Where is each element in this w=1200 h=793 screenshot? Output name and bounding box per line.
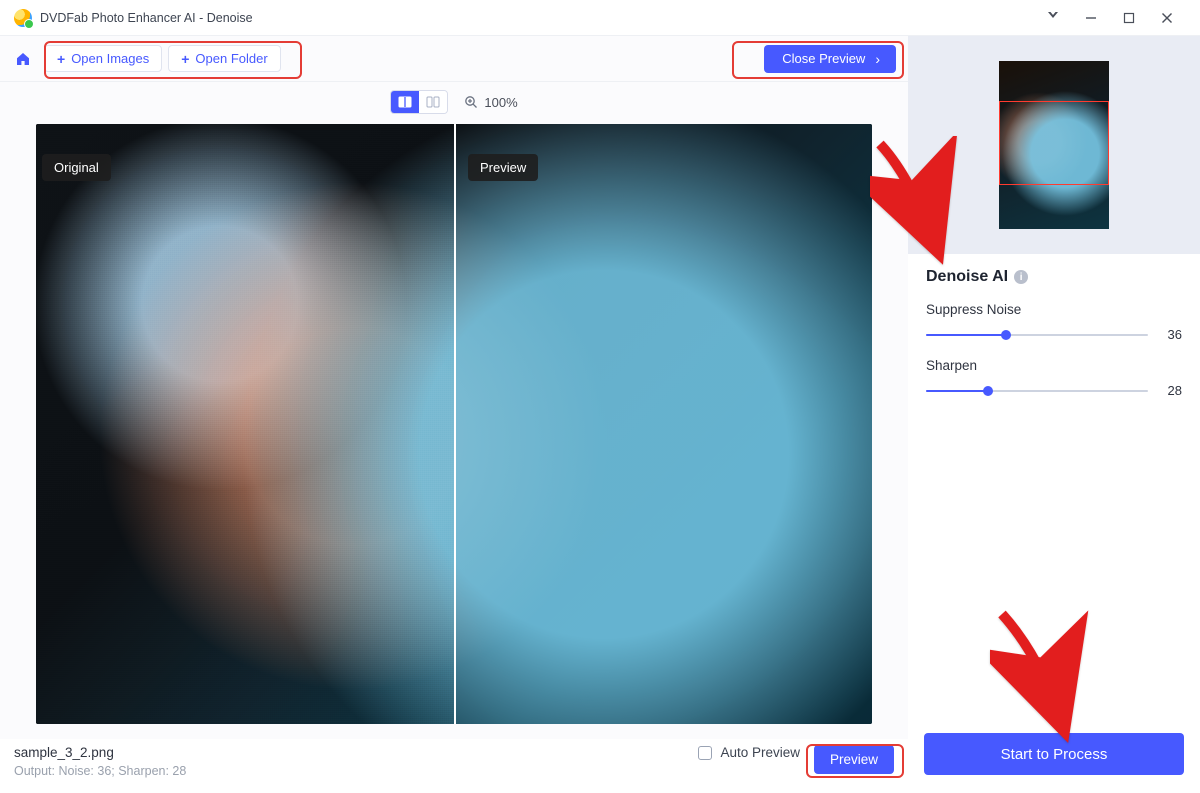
- info-icon[interactable]: i: [1014, 270, 1028, 284]
- auto-preview-label: Auto Preview: [720, 745, 800, 760]
- suppress-noise-control: Suppress Noise 36: [926, 302, 1182, 342]
- sharpen-slider[interactable]: [926, 384, 1148, 398]
- zoom-control[interactable]: 100%: [464, 95, 517, 110]
- maximize-button[interactable]: [1110, 0, 1148, 36]
- suppress-noise-label: Suppress Noise: [926, 302, 1182, 317]
- split-divider[interactable]: [454, 124, 456, 724]
- original-tag: Original: [42, 154, 111, 181]
- preview-area: Original Preview: [0, 122, 908, 739]
- close-window-button[interactable]: [1148, 0, 1186, 36]
- viewport-rect[interactable]: [999, 101, 1109, 185]
- thumbnail-navigator[interactable]: [908, 36, 1200, 254]
- footer-bar: sample_3_2.png Output: Noise: 36; Sharpe…: [0, 739, 908, 793]
- minimize-button[interactable]: [1072, 0, 1110, 36]
- open-folder-label: Open Folder: [195, 51, 267, 66]
- open-images-button[interactable]: + Open Images: [44, 45, 162, 72]
- open-images-label: Open Images: [71, 51, 149, 66]
- suppress-noise-value: 36: [1160, 327, 1182, 342]
- close-preview-label: Close Preview: [782, 51, 865, 66]
- preview-button[interactable]: Preview: [814, 745, 894, 774]
- zoom-value: 100%: [484, 95, 517, 110]
- view-options-bar: 100%: [0, 82, 908, 122]
- suppress-noise-slider[interactable]: [926, 328, 1148, 342]
- thumbnail-image: [999, 61, 1109, 229]
- panel-title: Denoise AI: [926, 268, 1008, 286]
- denoise-panel: Denoise AI i Suppress Noise 36 Sharpen: [908, 254, 1200, 398]
- split-view-button[interactable]: [391, 91, 419, 113]
- toolbar: + Open Images + Open Folder Close Previe…: [0, 36, 908, 82]
- filename-label: sample_3_2.png: [14, 745, 186, 760]
- compare-mode-segment: [390, 90, 448, 114]
- checkbox-icon: [698, 746, 712, 760]
- close-preview-button[interactable]: Close Preview ›: [764, 45, 896, 73]
- start-process-button[interactable]: Start to Process: [924, 733, 1184, 775]
- download-queue-button[interactable]: [1034, 0, 1072, 36]
- chevron-right-icon: ›: [875, 51, 880, 67]
- titlebar: DVDFab Photo Enhancer AI - Denoise: [0, 0, 1200, 36]
- home-button[interactable]: [12, 48, 34, 70]
- sharpen-label: Sharpen: [926, 358, 1182, 373]
- sharpen-value: 28: [1160, 383, 1182, 398]
- app-logo-icon: [14, 9, 32, 27]
- image-canvas[interactable]: Original Preview: [36, 124, 872, 724]
- sidebar: Denoise AI i Suppress Noise 36 Sharpen: [908, 36, 1200, 793]
- magnifier-icon: [464, 95, 478, 109]
- plus-icon: +: [181, 52, 189, 66]
- sharpen-control: Sharpen 28: [926, 358, 1182, 398]
- plus-icon: +: [57, 52, 65, 66]
- preview-tag: Preview: [468, 154, 538, 181]
- main-pane: + Open Images + Open Folder Close Previe…: [0, 36, 908, 793]
- noise-overlay: [36, 124, 454, 724]
- side-by-side-button[interactable]: [419, 91, 447, 113]
- open-folder-button[interactable]: + Open Folder: [168, 45, 280, 72]
- output-settings-label: Output: Noise: 36; Sharpen: 28: [14, 764, 186, 778]
- window-title: DVDFab Photo Enhancer AI - Denoise: [40, 11, 253, 25]
- auto-preview-toggle[interactable]: Auto Preview: [698, 745, 800, 760]
